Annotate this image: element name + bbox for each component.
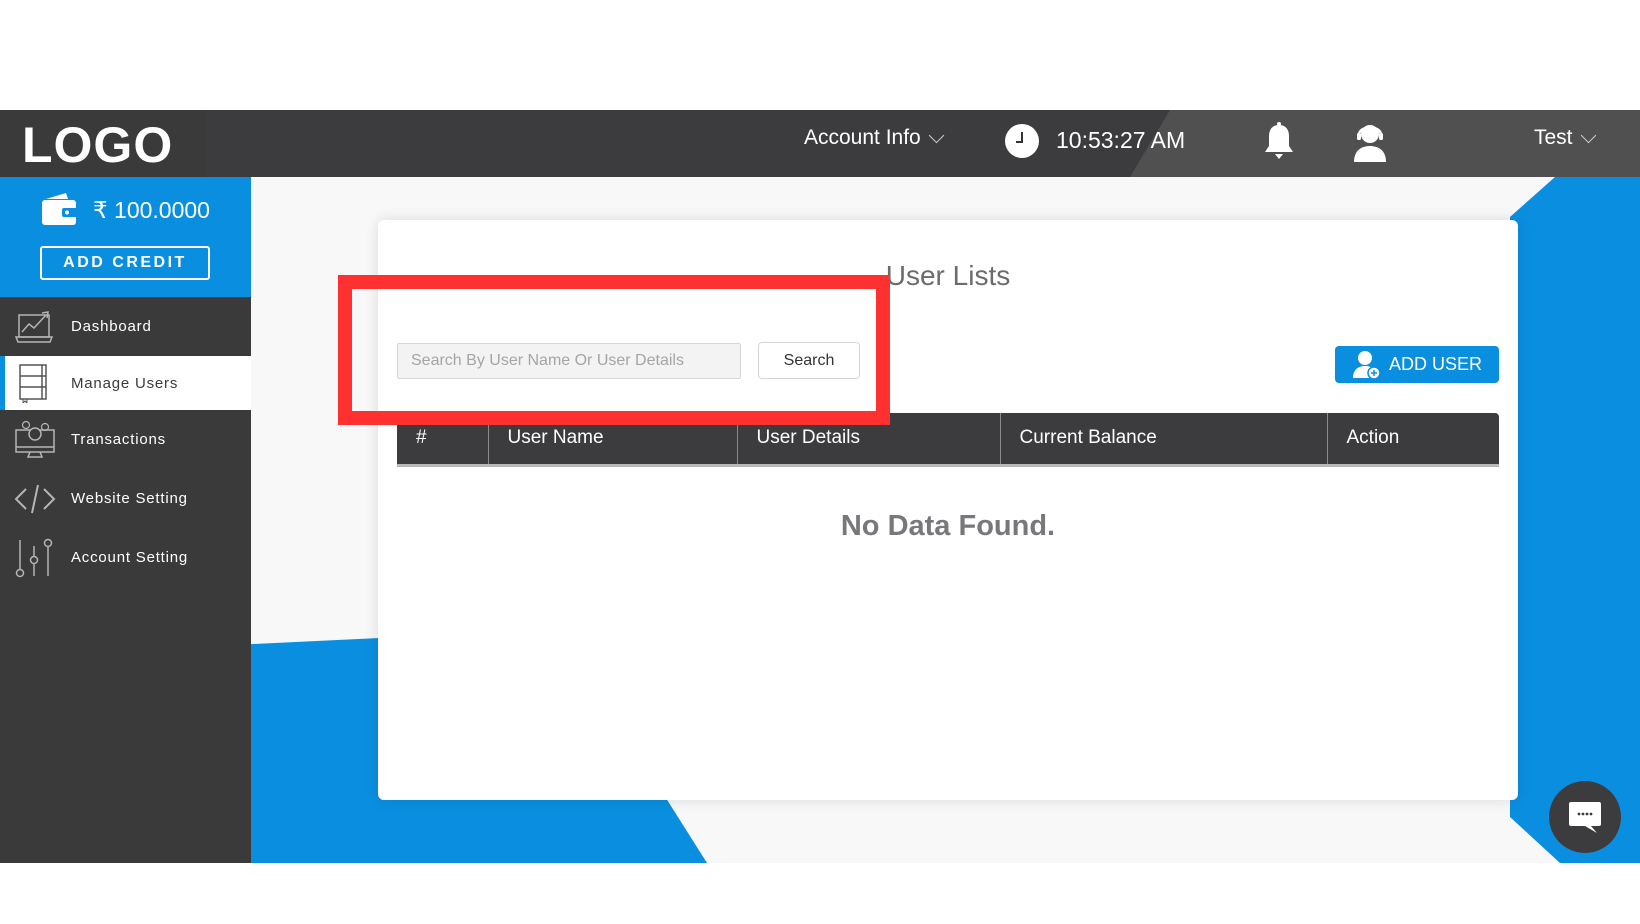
bell-icon[interactable] bbox=[1262, 122, 1296, 162]
user-list-card: User Lists Search ADD USER # User Name U… bbox=[378, 220, 1518, 800]
support-agent-icon[interactable] bbox=[1352, 120, 1388, 162]
decorative-blue-panel bbox=[1510, 177, 1640, 863]
sidebar: ₹ 100.0000 ADD CREDIT Dashboard Manage U… bbox=[0, 177, 251, 863]
sidebar-item-label: Transactions bbox=[71, 431, 166, 448]
users-table: # User Name User Details Current Balance… bbox=[397, 413, 1499, 467]
sidebar-nav: Dashboard Manage Users Transactions Webs… bbox=[0, 297, 251, 587]
current-time: 10:53:27 AM bbox=[1056, 127, 1186, 153]
chevron-down-icon bbox=[928, 127, 945, 143]
sidebar-item-label: Manage Users bbox=[71, 374, 179, 392]
sidebar-item-transactions[interactable]: Transactions bbox=[0, 410, 251, 469]
monitor-coins-icon bbox=[15, 420, 55, 458]
table-header-row: # User Name User Details Current Balance… bbox=[397, 413, 1499, 467]
sliders-icon bbox=[15, 538, 53, 577]
main-content: User Lists Search ADD USER # User Name U… bbox=[251, 177, 1640, 863]
sidebar-item-label: Dashboard bbox=[71, 318, 152, 335]
sidebar-item-label: Account Setting bbox=[71, 549, 189, 566]
column-header-action[interactable]: Action bbox=[1327, 413, 1499, 467]
sidebar-item-website-setting[interactable]: Website Setting bbox=[0, 469, 251, 528]
notebook-icon bbox=[19, 364, 47, 403]
search-button[interactable]: Search bbox=[758, 342, 860, 379]
sidebar-item-label: Website Setting bbox=[71, 490, 188, 507]
add-user-label: ADD USER bbox=[1389, 354, 1483, 374]
clock-icon bbox=[1005, 124, 1039, 158]
add-user-icon bbox=[1353, 350, 1381, 380]
wallet-panel: ₹ 100.0000 ADD CREDIT bbox=[0, 177, 251, 297]
search-input[interactable] bbox=[397, 343, 741, 379]
wallet-balance: ₹ 100.0000 bbox=[93, 197, 210, 223]
empty-state-message: No Data Found. bbox=[840, 510, 1056, 542]
page-title: User Lists bbox=[885, 260, 1011, 291]
wallet-icon bbox=[42, 193, 78, 225]
column-header-user-name[interactable]: User Name bbox=[488, 413, 738, 467]
top-header: LOGO Account Info 10:53:27 AM Test bbox=[0, 110, 1640, 177]
add-credit-button[interactable]: ADD CREDIT bbox=[40, 246, 210, 280]
column-header-current-balance[interactable]: Current Balance bbox=[1000, 413, 1328, 467]
account-info-dropdown[interactable]: Account Info bbox=[804, 126, 945, 150]
sidebar-item-manage-users[interactable]: Manage Users bbox=[0, 356, 251, 410]
user-name-label: Test bbox=[1534, 126, 1573, 149]
chat-button[interactable] bbox=[1549, 781, 1621, 853]
chevron-down-icon bbox=[1580, 127, 1596, 143]
user-menu-dropdown[interactable]: Test bbox=[1534, 126, 1596, 150]
sidebar-item-account-setting[interactable]: Account Setting bbox=[0, 528, 251, 587]
account-info-label: Account Info bbox=[804, 126, 921, 149]
laptop-chart-icon bbox=[14, 310, 54, 343]
column-header-index[interactable]: # bbox=[397, 413, 489, 467]
add-user-button[interactable]: ADD USER bbox=[1335, 346, 1499, 383]
chat-bubble-icon bbox=[1569, 802, 1601, 833]
column-header-user-details[interactable]: User Details bbox=[737, 413, 1001, 467]
logo[interactable]: LOGO bbox=[22, 116, 173, 174]
logo-container: LOGO bbox=[0, 110, 205, 177]
sidebar-item-dashboard[interactable]: Dashboard bbox=[0, 297, 251, 356]
code-icon bbox=[14, 484, 56, 513]
